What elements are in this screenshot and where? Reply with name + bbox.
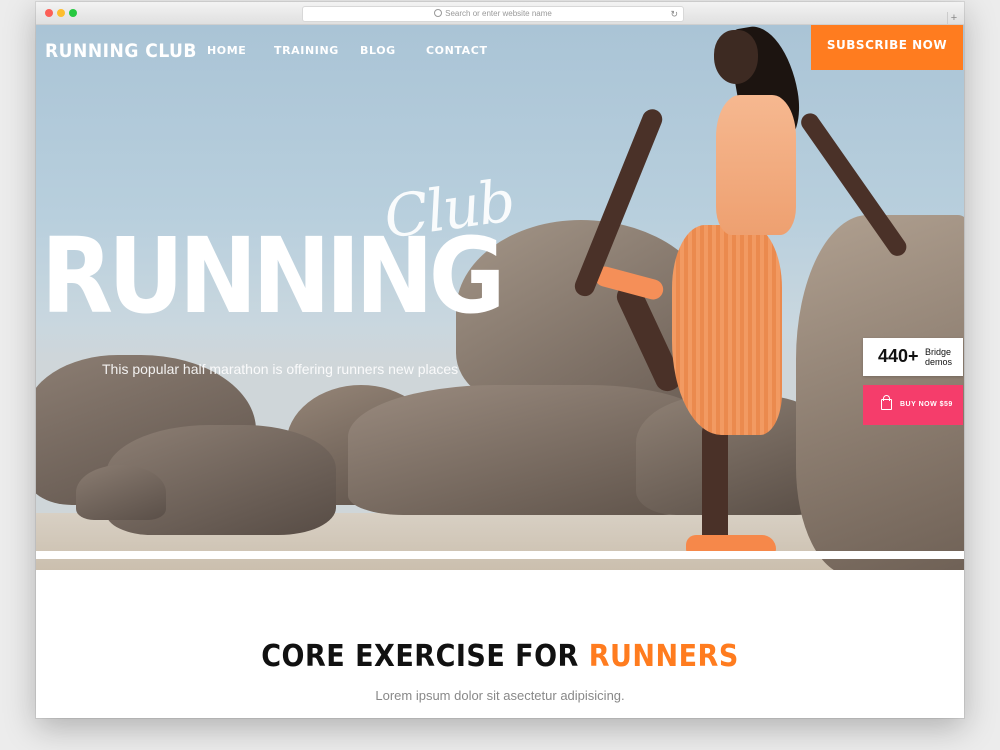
nav-link-home[interactable]: HOME (207, 44, 246, 57)
section-title: CORE EXERCISE FOR RUNNERS (36, 639, 964, 674)
hero-tagline: This popular half marathon is offering r… (102, 361, 459, 377)
address-placeholder: Search or enter website name (445, 9, 552, 18)
runner-figure (716, 95, 796, 235)
section-subtitle: Lorem ipsum dolor sit asectetur adipisic… (375, 688, 625, 703)
minimize-window-button[interactable] (57, 9, 65, 17)
buy-now-label: BUY NOW $59 (900, 401, 953, 408)
runner-figure (672, 225, 782, 435)
browser-window: Search or enter website name ↻ + RUNNING… (36, 2, 964, 718)
demos-label-line: Bridge (925, 347, 952, 357)
section-title-main: CORE EXERCISE FOR (261, 639, 589, 674)
new-tab-button[interactable]: + (947, 12, 960, 24)
demos-label: Bridge demos (925, 347, 952, 367)
close-window-button[interactable] (45, 9, 53, 17)
demos-label-line: demos (925, 357, 953, 367)
nav-link-training[interactable]: TRAINING (274, 44, 339, 57)
hero-title: RUNNING (41, 215, 506, 337)
hero-rock (76, 465, 166, 520)
hero-section: RUNNING CLUB HOME TRAINING BLOG CONTACT … (36, 25, 964, 570)
address-bar[interactable]: Search or enter website name ↻ (302, 6, 684, 22)
search-icon (434, 9, 443, 17)
buy-now-button[interactable]: BUY NOW $59 (863, 385, 963, 425)
nav-link-blog[interactable]: BLOG (360, 44, 396, 57)
subscribe-button[interactable]: SUBSCRIBE NOW (811, 25, 963, 70)
browser-toolbar: Search or enter website name ↻ + (36, 2, 964, 25)
site-logo[interactable]: RUNNING CLUB (45, 40, 197, 62)
demos-badge[interactable]: 440+ Bridge demos (863, 338, 963, 376)
reload-icon[interactable]: ↻ (670, 7, 678, 21)
nav-link-contact[interactable]: CONTACT (426, 44, 488, 57)
demos-count: 440+ (878, 346, 919, 366)
hero-divider (36, 551, 964, 559)
runner-figure (714, 30, 758, 84)
shopping-bag-icon (881, 395, 892, 410)
section-title-accent: RUNNERS (588, 639, 739, 674)
zoom-window-button[interactable] (69, 9, 77, 17)
